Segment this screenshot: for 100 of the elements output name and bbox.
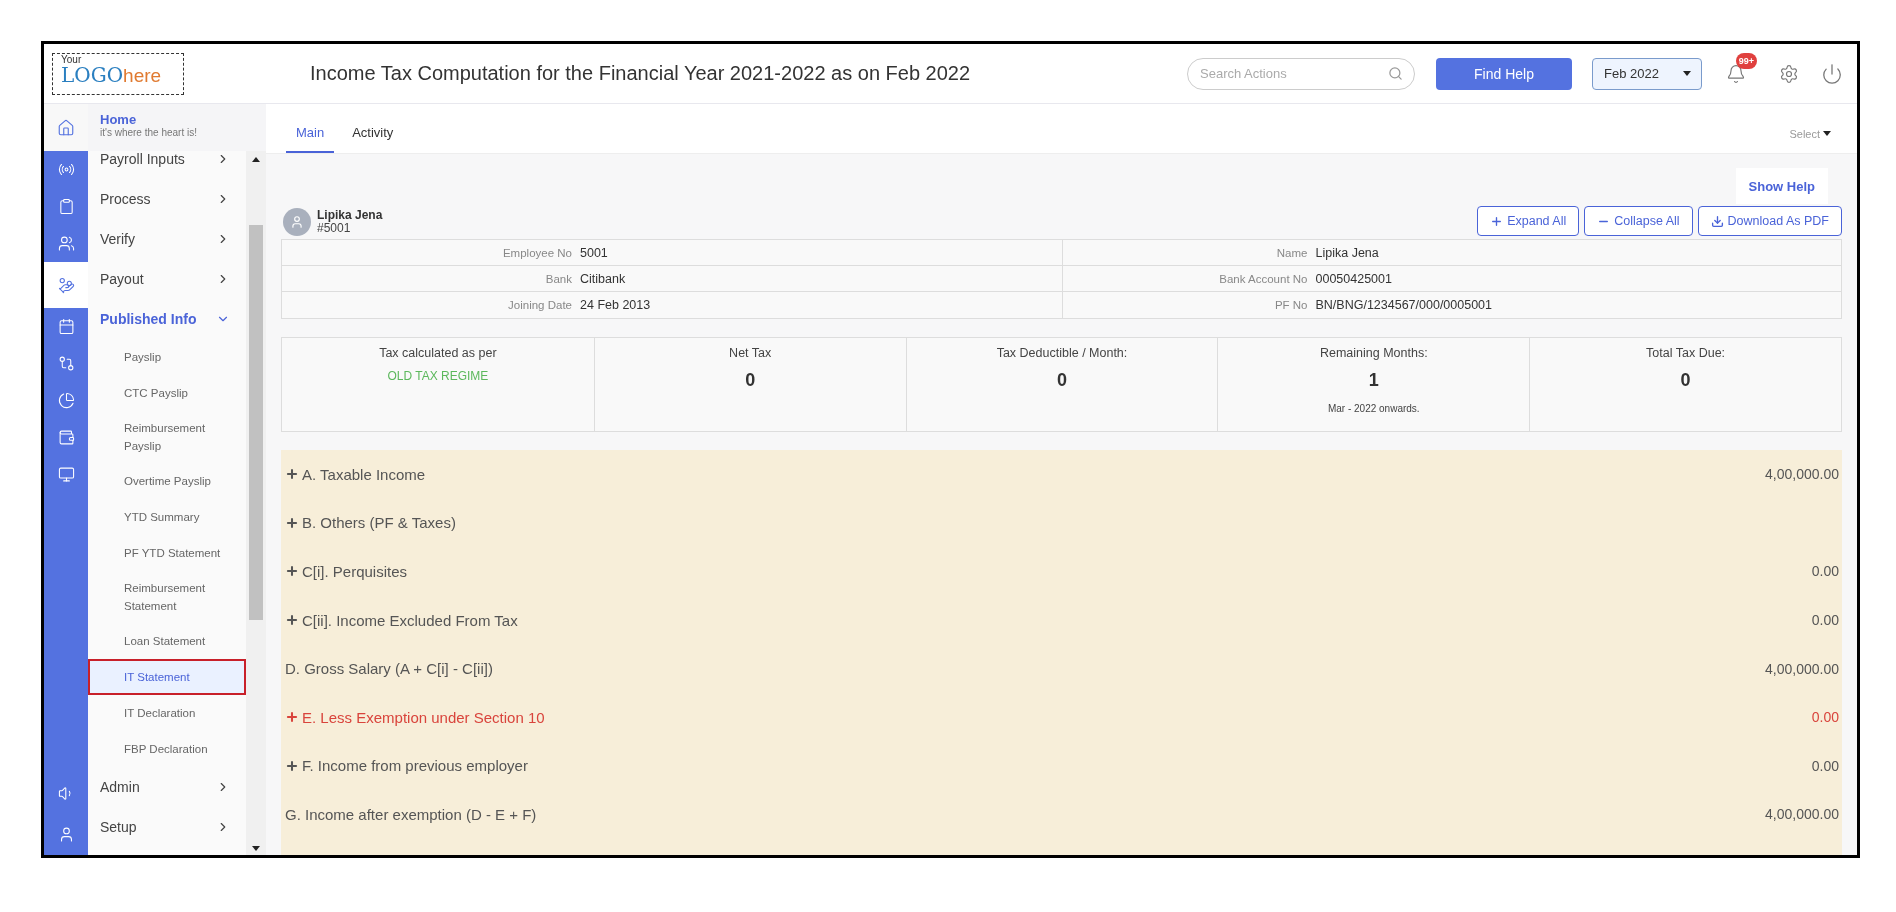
collapse-button[interactable]: Collapse All <box>1584 206 1693 236</box>
sidebar-subitem[interactable]: PF YTD Statement <box>88 535 246 571</box>
income-amount: 4,00,000.00 <box>1765 466 1839 483</box>
income-row-toggle[interactable]: A. Taxable Income <box>285 465 426 483</box>
branch-icon <box>57 355 75 372</box>
income-row-toggle[interactable]: C[ii]. Income Excluded From Tax <box>285 611 518 629</box>
summary-label: Net Tax <box>729 346 772 360</box>
info-label: Employee No <box>501 246 572 259</box>
calendar-icon <box>57 318 75 335</box>
plus-icon <box>285 564 299 579</box>
search-field[interactable]: Search Actions <box>1187 57 1415 90</box>
sidebar-item[interactable]: Setup <box>88 807 246 847</box>
sidebar-item[interactable]: Admin <box>88 767 246 807</box>
plus-icon <box>285 758 299 773</box>
summary-value: 0 <box>1680 370 1691 391</box>
sidebar-subitem[interactable]: Payslip <box>88 339 246 375</box>
plus-icon <box>285 515 299 530</box>
income-row-label: D. Gross Salary (A + C[i] - C[ii]) <box>285 660 493 678</box>
info-label: Name <box>1275 246 1308 259</box>
income-amount: 0.00 <box>1811 563 1839 580</box>
income-row-toggle[interactable]: F. Income from previous employer <box>285 757 528 775</box>
summary-label: Remaining Months: <box>1319 346 1428 360</box>
home-link[interactable]: Home <box>100 112 266 127</box>
sidebar-item[interactable]: Payroll Inputs <box>88 151 246 179</box>
income-amount: 4,00,000.00 <box>1765 660 1839 677</box>
monitor-icon <box>57 466 75 483</box>
tax-regime: OLD TAX REGIME <box>387 369 489 383</box>
summary-label: Tax calculated as per <box>379 346 497 360</box>
summary-value: 0 <box>745 370 756 391</box>
sidebar-subitem[interactable]: Reimbursement Statement <box>88 571 238 623</box>
download-icon <box>1710 214 1724 228</box>
income-row-toggle[interactable]: C[i]. Perquisites <box>285 563 408 580</box>
summary-value: 1 <box>1368 370 1379 391</box>
scroll-down-icon <box>252 846 260 851</box>
info-label: Bank <box>544 272 572 285</box>
sidebar-subitem[interactable]: Reimbursement Payslip <box>88 411 238 463</box>
wallet-icon <box>57 429 75 446</box>
income-row-toggle[interactable]: E. Less Exemption under Section 10 <box>285 708 545 726</box>
employee-code: #5001 <box>317 222 351 235</box>
sidebar-subitem[interactable]: Loan Statement <box>88 623 246 659</box>
sidebar-item[interactable]: Verify <box>88 219 246 259</box>
income-amount: 0.00 <box>1811 757 1839 774</box>
pie-chart-icon <box>57 392 75 409</box>
sidebar-item[interactable]: Process <box>88 179 246 219</box>
employee-name: Lipika Jena <box>317 209 383 222</box>
income-row-label: G. Income after exemption (D - E + F) <box>285 805 537 823</box>
settings-button[interactable] <box>1779 63 1799 84</box>
show-help-button[interactable]: Show Help <box>1735 168 1828 204</box>
download-button[interactable]: Download As PDF <box>1697 206 1842 236</box>
sidebar-subitem[interactable]: IT Declaration <box>88 695 246 731</box>
home-icon <box>57 118 75 137</box>
search-icon <box>1388 65 1403 81</box>
sidebar-subitem[interactable]: Overtime Payslip <box>88 463 246 499</box>
sidebar-subitem[interactable]: FBP Declaration <box>88 731 246 767</box>
logo-text: Your <box>61 54 82 65</box>
month-dropdown[interactable]: Feb 2022 <box>1592 57 1702 90</box>
info-value: Citibank <box>580 271 627 286</box>
tab[interactable]: Activity <box>342 113 404 153</box>
tab[interactable]: Main <box>286 113 335 153</box>
info-label: Joining Date <box>507 299 572 311</box>
income-amount: 4,00,000.00 <box>1765 806 1839 823</box>
info-value: 5001 <box>580 245 609 260</box>
summary-value: 0 <box>1057 370 1067 391</box>
sidebar-subitem[interactable]: YTD Summary <box>88 499 246 535</box>
sidebar-item[interactable]: Published Info <box>88 299 246 339</box>
info-value: BN/BNG/1234567/000/0005001 <box>1315 298 1494 312</box>
expand-button[interactable]: Expand All <box>1477 206 1580 236</box>
plus-icon <box>285 613 299 628</box>
sidebar-subitem[interactable]: CTC Payslip <box>88 375 246 411</box>
summary-label: Total Tax Due: <box>1646 346 1726 360</box>
settings-icon <box>1779 63 1799 84</box>
home-button[interactable] <box>44 104 88 151</box>
bell-icon <box>1726 63 1746 84</box>
power-button[interactable] <box>1821 62 1843 85</box>
caret-icon <box>1823 131 1831 136</box>
info-value: 24 Feb 2013 <box>580 298 652 312</box>
notifications-button[interactable]: 99+ <box>1726 52 1757 84</box>
info-label: PF No <box>1273 299 1308 311</box>
user-icon <box>290 215 304 229</box>
summary-note: Mar - 2022 onwards. <box>1327 403 1420 414</box>
select-dropdown[interactable]: Select <box>1783 126 1837 141</box>
scroll-up-icon <box>252 157 260 162</box>
broadcast-icon <box>57 161 75 178</box>
info-value: 00050425001 <box>1315 271 1393 286</box>
sidebar-item[interactable]: Payout <box>88 259 246 299</box>
page-title: Income Tax Computation for the Financial Year 2021-2022 as on Feb 2022 <box>310 62 972 85</box>
plus-icon <box>1490 214 1504 228</box>
find-help-button[interactable]: Find Help <box>1436 57 1572 90</box>
income-row-toggle[interactable]: B. Others (PF & Taxes) <box>285 514 456 532</box>
power-icon <box>1821 62 1843 85</box>
plus-icon <box>285 710 299 725</box>
sidebar-subitem[interactable]: IT Statement <box>88 659 246 695</box>
notification-badge: 99+ <box>1735 52 1757 69</box>
caret-icon <box>1683 71 1691 76</box>
info-label: Bank Account No <box>1218 272 1308 285</box>
income-amount: 0.00 <box>1811 709 1839 726</box>
scrollbar[interactable] <box>246 151 266 855</box>
people-icon <box>57 235 75 252</box>
logo-text: here <box>123 65 162 85</box>
plus-icon <box>285 467 299 482</box>
